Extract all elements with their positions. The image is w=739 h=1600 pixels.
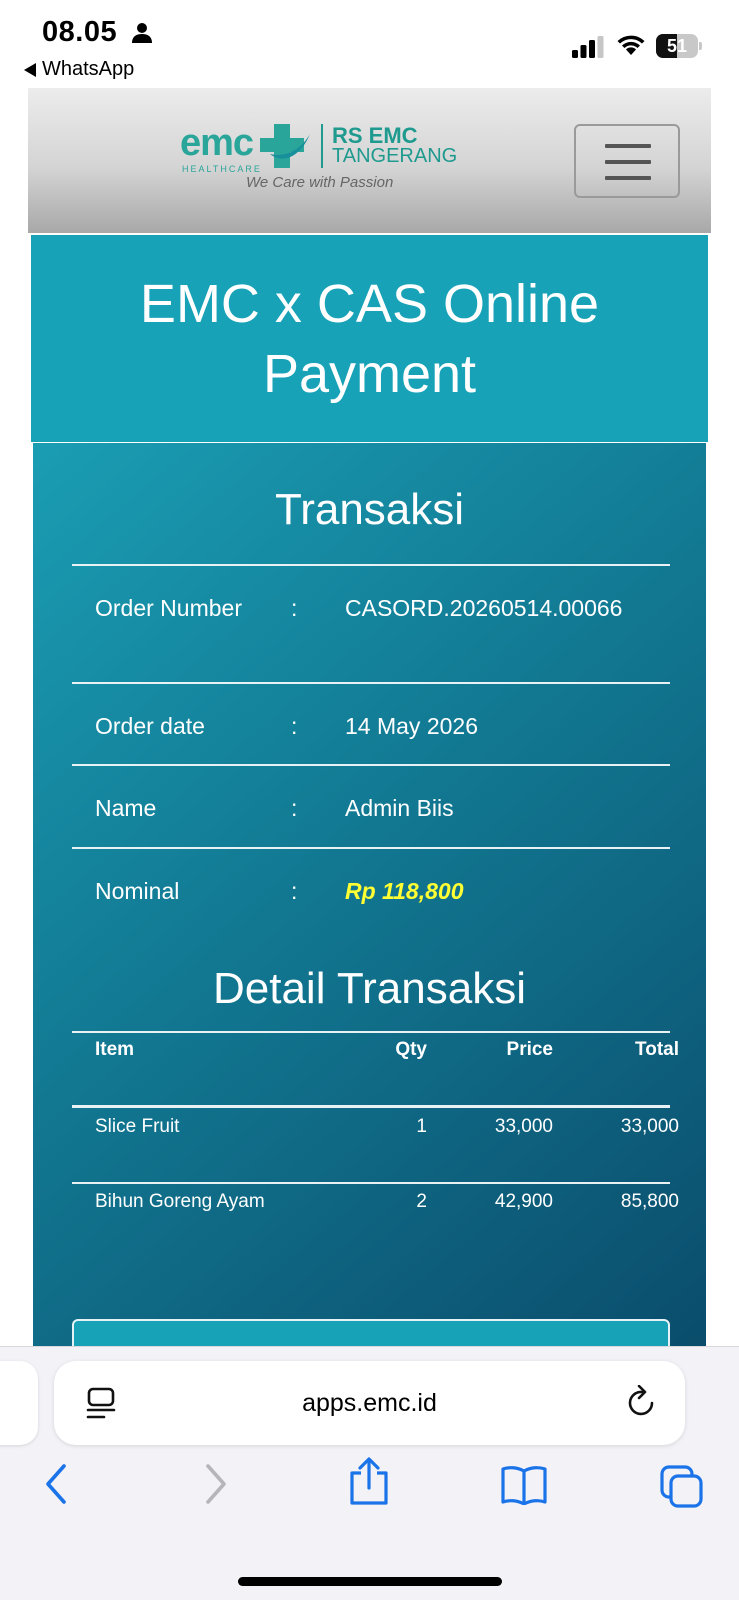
divider <box>72 847 670 849</box>
back-to-app-link[interactable]: WhatsApp <box>24 58 134 81</box>
battery-level: 51 <box>666 36 688 56</box>
table-header-item: Item <box>95 1039 135 1060</box>
forward-icon[interactable] <box>200 1463 230 1505</box>
status-bar: 08.05 WhatsApp 51 <box>0 0 739 88</box>
back-triangle-icon <box>24 62 36 77</box>
site-header: emc HEALTHCARE RS EMC TANGERANG We Care … <box>28 88 711 233</box>
row-item: Bihun Goreng Ayam <box>95 1191 265 1212</box>
colon: : <box>291 713 298 739</box>
transaction-heading: Transaksi <box>274 485 465 534</box>
order-number-value: CASORD.20260514.00066 <box>345 595 623 621</box>
logo-healthcare: HEALTHCARE <box>182 164 262 174</box>
order-number-label: Order Number <box>95 595 242 621</box>
table-header-price: Price <box>506 1039 553 1060</box>
colon: : <box>291 795 298 821</box>
divider <box>72 1105 670 1108</box>
logo-brand: emc <box>180 122 254 164</box>
row-total: 85,800 <box>620 1191 679 1212</box>
url-text[interactable]: apps.emc.id <box>54 1361 685 1445</box>
logo-city: TANGERANG <box>332 145 458 167</box>
order-date-value: 14 May 2026 <box>345 713 478 739</box>
signal-icon <box>572 36 604 58</box>
row-qty: 2 <box>416 1191 427 1212</box>
row-price: 42,900 <box>494 1191 553 1212</box>
medical-cross-icon <box>260 124 310 168</box>
row-price: 33,000 <box>494 1116 553 1137</box>
row-item: Slice Fruit <box>95 1116 180 1137</box>
colon: : <box>291 595 298 621</box>
divider <box>72 564 670 566</box>
back-app-label: WhatsApp <box>42 58 135 80</box>
person-icon <box>132 23 152 43</box>
previous-tab[interactable] <box>0 1361 38 1445</box>
share-icon[interactable] <box>348 1457 390 1507</box>
transaction-card: Transaksi Order Number : CASORD.20260514… <box>31 443 708 1379</box>
nominal-value: Rp 118,800 <box>345 878 464 904</box>
colon: : <box>291 878 298 904</box>
tabs-icon[interactable] <box>660 1465 704 1509</box>
name-value: Admin Biis <box>345 795 454 821</box>
row-qty: 1 <box>416 1116 427 1137</box>
row-total: 33,000 <box>620 1116 679 1137</box>
logo-tagline: We Care with Passion <box>246 174 394 191</box>
browser-toolbar: apps.emc.id <box>0 1346 739 1600</box>
logo-rs: RS EMC <box>332 123 418 148</box>
bookmarks-icon[interactable] <box>500 1465 548 1505</box>
name-label: Name <box>95 795 157 821</box>
detail-heading: Detail Transaksi <box>212 964 526 1013</box>
logo-divider <box>321 124 323 168</box>
divider <box>72 764 670 766</box>
back-icon[interactable] <box>42 1463 72 1505</box>
status-time: 08.05 <box>42 16 118 48</box>
order-date-label: Order date <box>95 713 205 739</box>
wifi-icon <box>617 35 645 55</box>
table-header-total: Total <box>635 1039 679 1060</box>
home-indicator[interactable] <box>238 1577 502 1586</box>
address-bar[interactable]: apps.emc.id <box>54 1361 685 1445</box>
battery-icon: 51 <box>656 34 702 58</box>
emc-logo[interactable]: emc HEALTHCARE RS EMC TANGERANG We Care … <box>180 122 480 197</box>
nominal-label: Nominal <box>95 878 180 904</box>
reload-icon[interactable] <box>626 1385 658 1421</box>
hamburger-menu-button[interactable] <box>574 124 680 198</box>
divider <box>72 1031 670 1033</box>
table-header-qty: Qty <box>395 1039 427 1060</box>
reader-icon[interactable] <box>86 1387 116 1421</box>
page-title: EMC x CAS Online Payment <box>139 273 600 404</box>
title-banner: EMC x CAS Online Payment <box>31 235 708 442</box>
divider <box>72 682 670 684</box>
divider <box>72 1182 670 1184</box>
